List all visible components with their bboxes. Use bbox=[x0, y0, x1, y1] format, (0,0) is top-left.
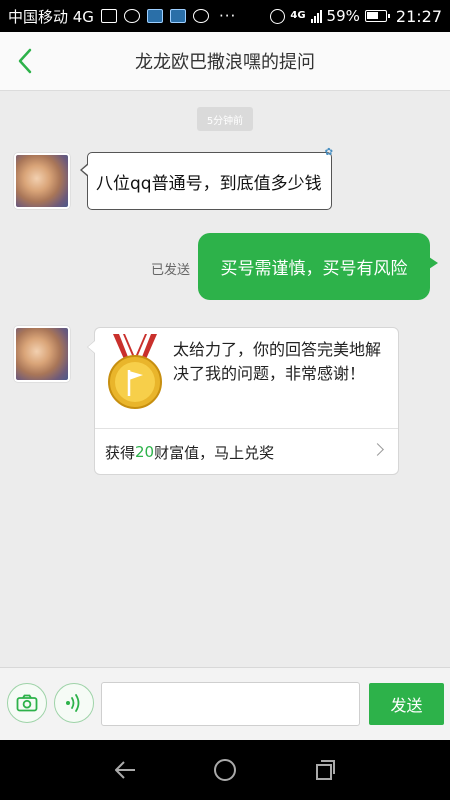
redeem-suffix: 财富值，马上兑奖 bbox=[154, 443, 275, 462]
question-text: 八位qq普通号，到底值多少钱 bbox=[96, 173, 322, 194]
signal-icon bbox=[310, 9, 322, 23]
wechat-icon bbox=[123, 9, 140, 23]
medal-icon bbox=[108, 334, 162, 409]
status-bar: 中国移动 4G ··· 4G 59% 21:27 bbox=[0, 0, 450, 32]
redeem-prefix: 获得 bbox=[105, 443, 136, 462]
battery-icon bbox=[364, 10, 390, 22]
message-input[interactable] bbox=[101, 682, 360, 726]
voice-icon bbox=[66, 694, 80, 712]
header: 龙龙欧巴撒浪嘿的提问 bbox=[0, 32, 450, 91]
sent-status: 已发送 bbox=[151, 263, 191, 278]
voice-button[interactable] bbox=[54, 683, 94, 723]
nav-back-button[interactable] bbox=[109, 754, 141, 786]
carrier-label: 中国移动 4G bbox=[8, 7, 94, 26]
answer-bubble[interactable]: 买号需谨慎，买号有风险 bbox=[198, 233, 438, 300]
reward-card: 太给力了，你的回答完美地解决了我的问题，非常感谢！ 获得 20 财富值，马上兑奖 bbox=[87, 327, 399, 475]
redeem-link[interactable]: 获得 20 财富值，马上兑奖 bbox=[95, 429, 398, 475]
more-icon: ··· bbox=[218, 7, 237, 25]
nav-recents-button[interactable] bbox=[309, 754, 341, 786]
input-bar: 发送 bbox=[0, 667, 450, 740]
alarm-icon bbox=[270, 8, 286, 24]
nav-recents-icon bbox=[316, 760, 335, 780]
question-bubble[interactable]: 八位qq普通号，到底值多少钱 ✿ bbox=[80, 147, 333, 210]
record-icon bbox=[192, 9, 209, 23]
avatar[interactable] bbox=[14, 326, 70, 382]
camera-icon bbox=[16, 694, 38, 712]
nav-home-icon bbox=[214, 759, 236, 781]
nav-home-button[interactable] bbox=[209, 754, 241, 786]
avatar[interactable] bbox=[14, 153, 70, 209]
wealth-value: 20 bbox=[135, 443, 155, 461]
page-title: 龙龙欧巴撒浪嘿的提问 bbox=[135, 52, 315, 73]
send-button[interactable]: 发送 bbox=[369, 683, 444, 725]
bubble-decoration-icon: ✿ bbox=[324, 147, 333, 158]
clock: 21:27 bbox=[395, 6, 442, 26]
battery-percent: 59% bbox=[326, 7, 360, 25]
navigation-bar bbox=[0, 740, 450, 800]
back-button[interactable] bbox=[8, 44, 42, 78]
network-label: 4G bbox=[290, 10, 306, 21]
chevron-right-icon bbox=[371, 443, 384, 456]
mail-icon bbox=[100, 9, 117, 23]
camera-button[interactable] bbox=[7, 683, 47, 723]
reward-message: 太给力了，你的回答完美地解决了我的问题，非常感谢！ bbox=[173, 340, 382, 383]
answer-text: 买号需谨慎，买号有风险 bbox=[220, 259, 408, 279]
app-icon-2 bbox=[169, 9, 186, 23]
app-icon-1 bbox=[146, 9, 163, 23]
back-icon bbox=[18, 48, 32, 74]
time-separator: 5分钟前 bbox=[197, 107, 253, 131]
nav-back-icon bbox=[115, 761, 135, 779]
